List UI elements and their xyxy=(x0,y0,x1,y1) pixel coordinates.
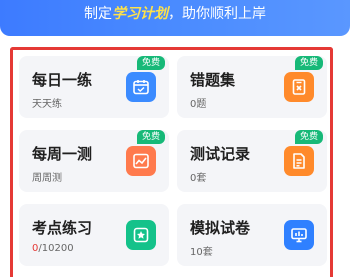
card-title: 测试记录 xyxy=(190,145,251,163)
free-badge: 免费 xyxy=(136,56,165,70)
chart-icon xyxy=(126,146,156,176)
card-title: 模拟试卷 xyxy=(190,219,251,237)
card-title: 每日一练 xyxy=(32,71,93,89)
card-daily-practice[interactable]: 每日一练 天天练 免费 xyxy=(19,56,169,118)
card-subtitle: 0题 xyxy=(190,99,207,110)
free-badge: 免费 xyxy=(294,130,323,144)
banner-suffix: ，助你顺利上岸 xyxy=(168,6,266,22)
free-badge: 免费 xyxy=(136,130,165,144)
free-badge: 免费 xyxy=(294,56,323,70)
wrong-question-icon xyxy=(284,72,314,102)
card-knowledge-practice[interactable]: 考点练习 0/10200 xyxy=(19,204,169,266)
progress-total: /10200 xyxy=(38,243,74,254)
card-progress: 0/10200 xyxy=(32,243,74,254)
card-wrong-questions[interactable]: 错题集 0题 免费 xyxy=(177,56,327,118)
knowledge-point-icon xyxy=(126,220,156,250)
record-icon xyxy=(284,146,314,176)
card-mock-exam[interactable]: 模拟试卷 10套 xyxy=(177,204,327,266)
card-test-records[interactable]: 测试记录 0套 免费 xyxy=(177,130,327,192)
banner-prefix: 制定 xyxy=(84,6,112,22)
card-subtitle: 10套 xyxy=(190,247,213,258)
plan-banner[interactable]: 制定学习计划，助你顺利上岸 xyxy=(0,0,350,36)
card-subtitle: 0套 xyxy=(190,173,207,184)
card-subtitle: 周周测 xyxy=(32,173,62,184)
card-subtitle: 天天练 xyxy=(32,99,62,110)
practice-grid: 每日一练 天天练 免费 错题集 0题 免费 每周一测 周周测 免费 测试记录 0… xyxy=(10,47,333,277)
calendar-icon xyxy=(126,72,156,102)
card-title: 考点练习 xyxy=(32,219,93,237)
mock-exam-icon xyxy=(284,220,314,250)
banner-highlight: 学习计划 xyxy=(112,6,168,22)
card-title: 每周一测 xyxy=(32,145,93,163)
card-title: 错题集 xyxy=(190,71,236,89)
card-weekly-test[interactable]: 每周一测 周周测 免费 xyxy=(19,130,169,192)
